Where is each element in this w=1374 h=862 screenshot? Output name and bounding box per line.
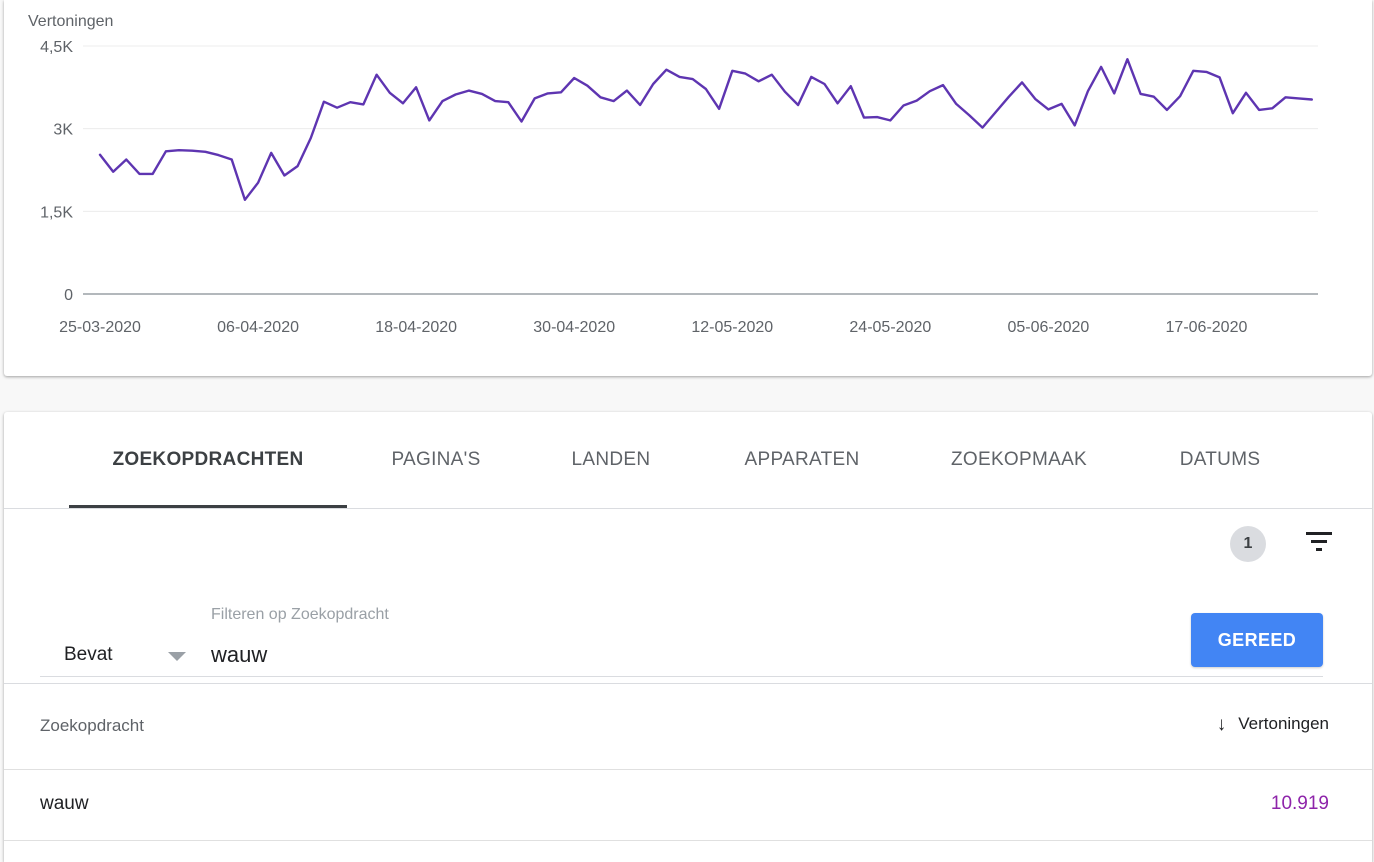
column-header-query[interactable]: Zoekopdracht xyxy=(40,716,144,736)
y-tick-label: 0 xyxy=(64,287,73,304)
filter-operator-select[interactable]: Bevat xyxy=(40,632,190,668)
table-header: Zoekopdracht ↓ Vertoningen xyxy=(4,683,1372,770)
row-query: wauw xyxy=(40,793,89,814)
impressions-series-line xyxy=(98,58,1314,202)
impressions-chart: Vertoningen 0 1,5K 3K 4,5K 25-03-2020 06-04-20… xyxy=(28,13,1318,336)
filter-icon[interactable] xyxy=(1304,530,1334,556)
x-tick-label: 25-03-2020 xyxy=(59,319,141,336)
dimension-tabs: ZOEKOPDRACHTEN PAGINA'S LANDEN APPARATEN… xyxy=(4,412,1372,509)
row-impressions: 10.919 xyxy=(1270,793,1329,814)
filter-field-label: Filteren op Zoekopdracht xyxy=(211,606,389,623)
tab-devices[interactable]: APPARATEN xyxy=(726,412,878,508)
x-tick-label: 17-06-2020 xyxy=(1166,319,1248,336)
active-filter-count-badge: 1 xyxy=(1230,526,1266,562)
x-tick-label: 24-05-2020 xyxy=(849,319,931,336)
filter-value-input[interactable] xyxy=(211,638,1111,672)
tab-queries[interactable]: ZOEKOPDRACHTEN xyxy=(69,412,347,508)
performance-chart-card: Vertoningen 0 1,5K 3K 4,5K 25-03-2020 06-04-20… xyxy=(4,0,1372,376)
results-table-card: ZOEKOPDRACHTEN PAGINA'S LANDEN APPARATEN… xyxy=(4,412,1372,862)
tab-search-appearance[interactable]: ZOEKOPMAAK xyxy=(932,412,1106,508)
arrow-down-icon: ↓ xyxy=(1216,713,1227,735)
x-tick-label: 12-05-2020 xyxy=(691,319,773,336)
column-header-impressions[interactable]: ↓ Vertoningen xyxy=(1217,714,1329,734)
tab-countries[interactable]: LANDEN xyxy=(549,412,673,508)
y-axis-title: Vertoningen xyxy=(28,13,113,30)
table-row[interactable]: wauw 10.919 xyxy=(4,769,1372,841)
x-tick-label: 18-04-2020 xyxy=(375,319,457,336)
filter-operator-value: Bevat xyxy=(64,644,113,665)
dropdown-triangle-icon xyxy=(168,652,186,661)
y-tick-label: 1,5K xyxy=(40,204,73,221)
column-header-impressions-label: Vertoningen xyxy=(1238,714,1329,733)
active-tab-indicator xyxy=(69,505,347,508)
query-filter-row: Bevat Filteren op Zoekopdracht xyxy=(40,600,1323,677)
done-button[interactable]: GEREED xyxy=(1191,613,1323,667)
x-tick-label: 05-06-2020 xyxy=(1007,319,1089,336)
tab-dates[interactable]: DATUMS xyxy=(1160,412,1280,508)
tab-pages[interactable]: PAGINA'S xyxy=(372,412,500,508)
y-tick-label: 3K xyxy=(53,122,73,139)
x-tick-label: 30-04-2020 xyxy=(533,319,615,336)
x-tick-label: 06-04-2020 xyxy=(217,319,299,336)
y-tick-label: 4,5K xyxy=(40,39,73,56)
